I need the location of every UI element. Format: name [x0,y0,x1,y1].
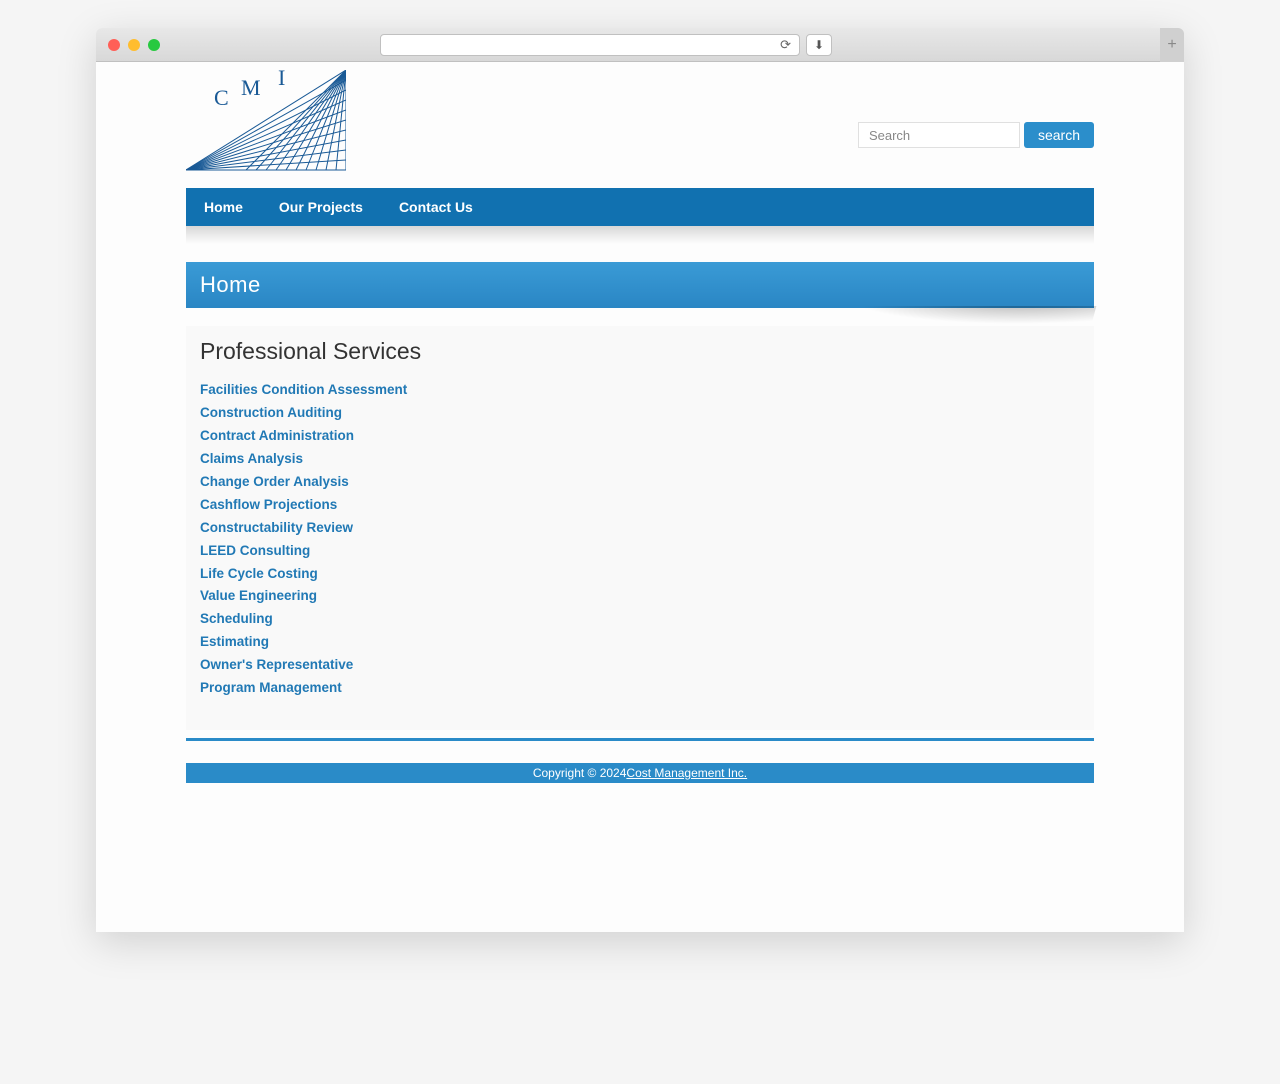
title-shadow [186,308,1094,326]
reload-icon[interactable]: ⟳ [780,37,791,53]
service-link[interactable]: Scheduling [200,608,1080,631]
page-title-bar: Home [186,262,1094,308]
nav-our-projects[interactable]: Our Projects [261,188,381,226]
service-link[interactable]: Facilities Condition Assessment [200,379,1080,402]
service-link[interactable]: Construction Auditing [200,402,1080,425]
close-window-button[interactable] [108,39,120,51]
svg-text:M: M [241,75,261,100]
maximize-window-button[interactable] [148,39,160,51]
service-link[interactable]: Life Cycle Costing [200,563,1080,586]
search-button[interactable]: search [1024,122,1094,148]
footer-bar: Copyright © 2024 Cost Management Inc. [186,763,1094,783]
service-link[interactable]: Estimating [200,631,1080,654]
nav-contact-us[interactable]: Contact Us [381,188,491,226]
service-link[interactable]: Claims Analysis [200,448,1080,471]
browser-window: ⟳ ⬇ + [96,28,1184,932]
service-link[interactable]: Constructability Review [200,517,1080,540]
service-link[interactable]: Owner's Representative [200,654,1080,677]
page-title: Home [200,272,261,298]
footer-company-link[interactable]: Cost Management Inc. [626,766,747,780]
header: C M I search [186,70,1094,188]
footer-rule [186,738,1094,741]
new-tab-button[interactable]: + [1160,28,1184,62]
svg-text:C: C [214,85,229,110]
svg-text:I: I [278,70,285,90]
search-input[interactable] [858,122,1020,148]
nav-home[interactable]: Home [186,188,261,226]
download-icon: ⬇ [814,38,824,52]
url-bar[interactable]: ⟳ [380,34,800,56]
content-area: Professional Services Facilities Conditi… [186,326,1094,730]
service-link[interactable]: Program Management [200,677,1080,700]
download-button[interactable]: ⬇ [806,34,832,56]
service-link[interactable]: Cashflow Projections [200,494,1080,517]
search-area: search [858,122,1094,148]
section-heading: Professional Services [200,338,1080,365]
copyright-text: Copyright © 2024 [533,766,627,780]
service-link[interactable]: Contract Administration [200,425,1080,448]
services-list: Facilities Condition Assessment Construc… [200,379,1080,700]
nav-bar: Home Our Projects Contact Us [186,188,1094,226]
nav-shadow [186,226,1094,244]
service-link[interactable]: Value Engineering [200,585,1080,608]
logo[interactable]: C M I [186,70,346,172]
minimize-window-button[interactable] [128,39,140,51]
browser-chrome: ⟳ ⬇ + [96,28,1184,62]
page-content: C M I search Home Our Projects Contact U… [96,62,1184,932]
traffic-lights [108,39,160,51]
service-link[interactable]: LEED Consulting [200,540,1080,563]
service-link[interactable]: Change Order Analysis [200,471,1080,494]
